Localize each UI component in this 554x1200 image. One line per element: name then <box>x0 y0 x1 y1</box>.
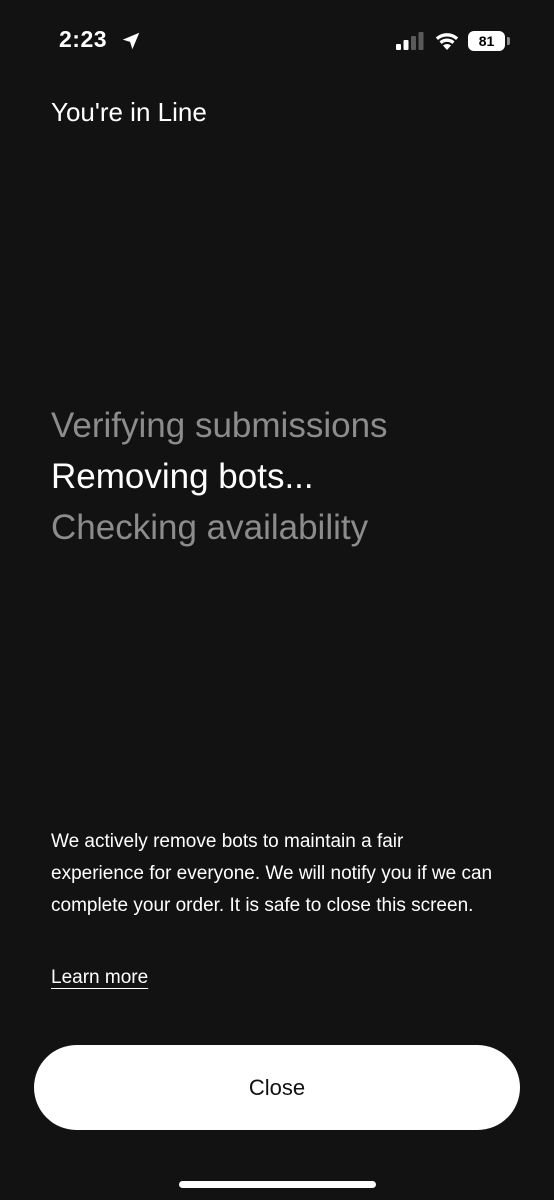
battery-level: 81 <box>478 33 495 49</box>
battery-icon: 81 <box>468 31 505 51</box>
step-removing-bots: Removing bots... <box>51 457 314 496</box>
page-title: You're in Line <box>51 97 207 127</box>
home-indicator[interactable] <box>179 1181 376 1188</box>
queue-screen: 2:23 81 You're in Line Verifying submiss… <box>0 0 554 1200</box>
location-arrow-icon <box>122 32 140 50</box>
step-verifying-submissions: Verifying submissions <box>51 406 388 445</box>
battery-cap <box>507 37 510 45</box>
progress-steps: Verifying submissions Removing bots... C… <box>51 400 531 553</box>
cellular-signal-icon <box>396 32 424 50</box>
close-button[interactable]: Close <box>34 1045 520 1130</box>
status-time: 2:23 <box>59 26 108 52</box>
wifi-icon <box>435 33 459 50</box>
step-checking-availability: Checking availability <box>51 508 369 547</box>
learn-more-link[interactable]: Learn more <box>51 967 148 989</box>
status-bar: 2:23 81 <box>0 0 554 84</box>
info-message: We actively remove bots to maintain a fa… <box>51 831 493 916</box>
